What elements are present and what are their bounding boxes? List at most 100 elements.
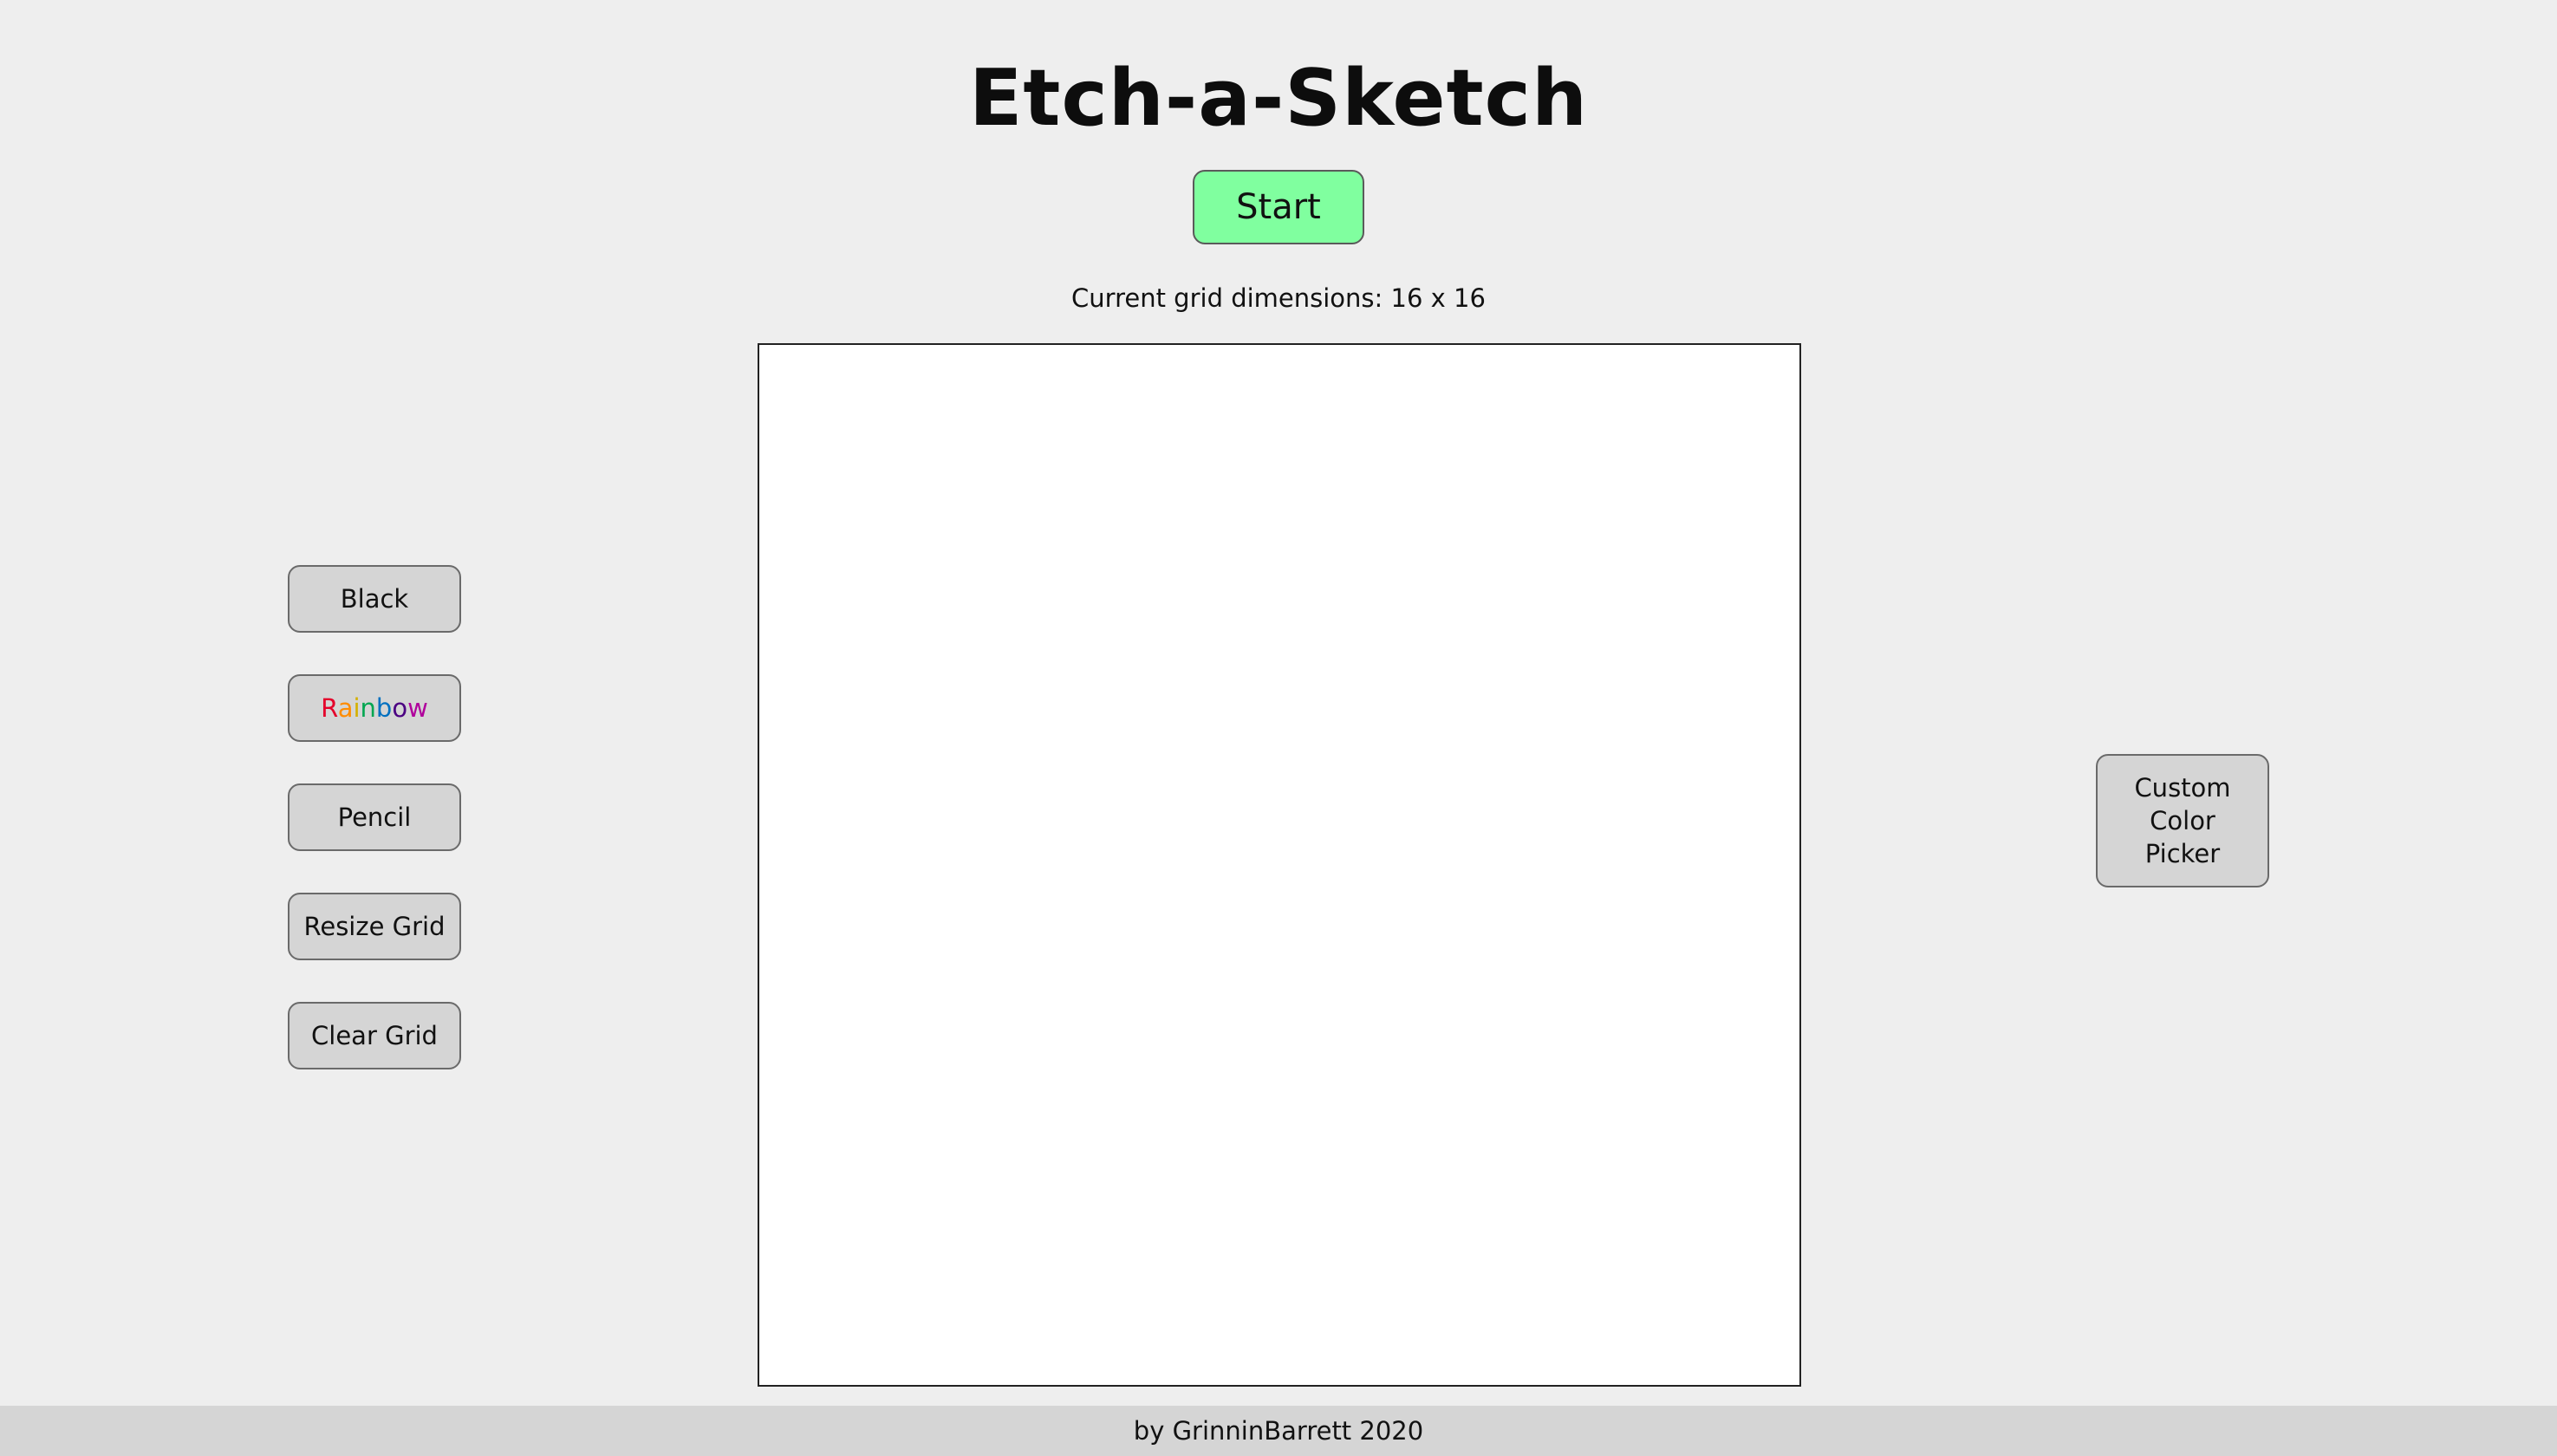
grid-cell[interactable] [1669,800,1734,865]
grid-cell[interactable] [1669,1190,1734,1255]
grid-cell[interactable] [1539,930,1604,995]
grid-cell[interactable] [759,345,824,410]
grid-cell[interactable] [1084,1190,1149,1255]
grid-cell[interactable] [1279,735,1344,800]
grid-cell[interactable] [1344,995,1409,1060]
grid-cell[interactable] [1149,605,1214,670]
grid-cell[interactable] [1539,475,1604,540]
grid-cell[interactable] [1214,735,1279,800]
grid-cell[interactable] [1019,475,1084,540]
grid-cell[interactable] [1279,865,1344,930]
grid-cell[interactable] [1539,1320,1604,1385]
grid-cell[interactable] [1734,670,1799,735]
grid-cell[interactable] [954,800,1019,865]
grid-cell[interactable] [1214,345,1279,410]
grid-cell[interactable] [1149,1190,1214,1255]
grid-cell[interactable] [1604,1125,1669,1190]
grid-cell[interactable] [1344,865,1409,930]
grid-cell[interactable] [1604,1320,1669,1385]
grid-cell[interactable] [954,475,1019,540]
grid-cell[interactable] [759,410,824,475]
grid-cell[interactable] [824,1255,889,1320]
grid-cell[interactable] [759,670,824,735]
grid-cell[interactable] [954,735,1019,800]
grid-cell[interactable] [1279,930,1344,995]
grid-cell[interactable] [1149,345,1214,410]
grid-cell[interactable] [889,1190,954,1255]
grid-cell[interactable] [824,1060,889,1125]
black-button[interactable]: Black [288,565,461,633]
grid-cell[interactable] [1084,1255,1149,1320]
grid-cell[interactable] [1409,930,1474,995]
grid-cell[interactable] [824,475,889,540]
grid-cell[interactable] [759,995,824,1060]
grid-cell[interactable] [759,605,824,670]
grid-cell[interactable] [1214,1255,1279,1320]
grid-cell[interactable] [1669,1125,1734,1190]
grid-cell[interactable] [1084,410,1149,475]
grid-cell[interactable] [1539,1060,1604,1125]
grid-cell[interactable] [1149,995,1214,1060]
grid-cell[interactable] [1409,800,1474,865]
grid-cell[interactable] [824,995,889,1060]
grid-cell[interactable] [1279,1125,1344,1190]
grid-cell[interactable] [1669,865,1734,930]
grid-cell[interactable] [1279,345,1344,410]
grid-cell[interactable] [1539,800,1604,865]
grid-cell[interactable] [1279,1320,1344,1385]
grid-cell[interactable] [1474,540,1539,605]
grid-cell[interactable] [889,605,954,670]
grid-cell[interactable] [1409,540,1474,605]
grid-cell[interactable] [1214,540,1279,605]
grid-cell[interactable] [1149,735,1214,800]
grid-cell[interactable] [759,735,824,800]
grid-cell[interactable] [1734,1190,1799,1255]
grid-cell[interactable] [1084,1060,1149,1125]
grid-cell[interactable] [1149,1060,1214,1125]
grid-cell[interactable] [824,670,889,735]
grid-cell[interactable] [1084,345,1149,410]
grid-cell[interactable] [1669,540,1734,605]
grid-cell[interactable] [1539,410,1604,475]
grid-cell[interactable] [759,1255,824,1320]
grid-cell[interactable] [1019,930,1084,995]
grid-cell[interactable] [1734,605,1799,670]
grid-cell[interactable] [1669,475,1734,540]
grid-cell[interactable] [1604,1190,1669,1255]
grid-cell[interactable] [824,1320,889,1385]
grid-cell[interactable] [954,1190,1019,1255]
grid-cell[interactable] [1344,605,1409,670]
grid-cell[interactable] [1214,605,1279,670]
clear-grid-button[interactable]: Clear Grid [288,1002,461,1069]
grid-cell[interactable] [1539,1190,1604,1255]
grid-cell[interactable] [1084,995,1149,1060]
grid-cell[interactable] [1409,475,1474,540]
grid-cell[interactable] [1604,1060,1669,1125]
grid-cell[interactable] [1084,605,1149,670]
grid-cell[interactable] [1214,865,1279,930]
grid-cell[interactable] [759,540,824,605]
grid-cell[interactable] [954,1255,1019,1320]
grid-cell[interactable] [1344,735,1409,800]
grid-cell[interactable] [824,1125,889,1190]
grid-cell[interactable] [1344,1320,1409,1385]
grid-cell[interactable] [1149,540,1214,605]
grid-cell[interactable] [759,1320,824,1385]
grid-cell[interactable] [1409,1320,1474,1385]
grid-cell[interactable] [1149,1125,1214,1190]
grid-cell[interactable] [1344,540,1409,605]
sketch-grid[interactable] [758,343,1801,1387]
grid-cell[interactable] [1604,605,1669,670]
grid-cell[interactable] [1409,670,1474,735]
grid-cell[interactable] [1149,1320,1214,1385]
grid-cell[interactable] [1344,800,1409,865]
grid-cell[interactable] [1019,735,1084,800]
grid-cell[interactable] [1214,1190,1279,1255]
grid-cell[interactable] [1344,410,1409,475]
pencil-button[interactable]: Pencil [288,783,461,851]
grid-cell[interactable] [1604,1255,1669,1320]
grid-cell[interactable] [1019,605,1084,670]
grid-cell[interactable] [759,800,824,865]
grid-cell[interactable] [1474,1320,1539,1385]
grid-cell[interactable] [1019,1125,1084,1190]
